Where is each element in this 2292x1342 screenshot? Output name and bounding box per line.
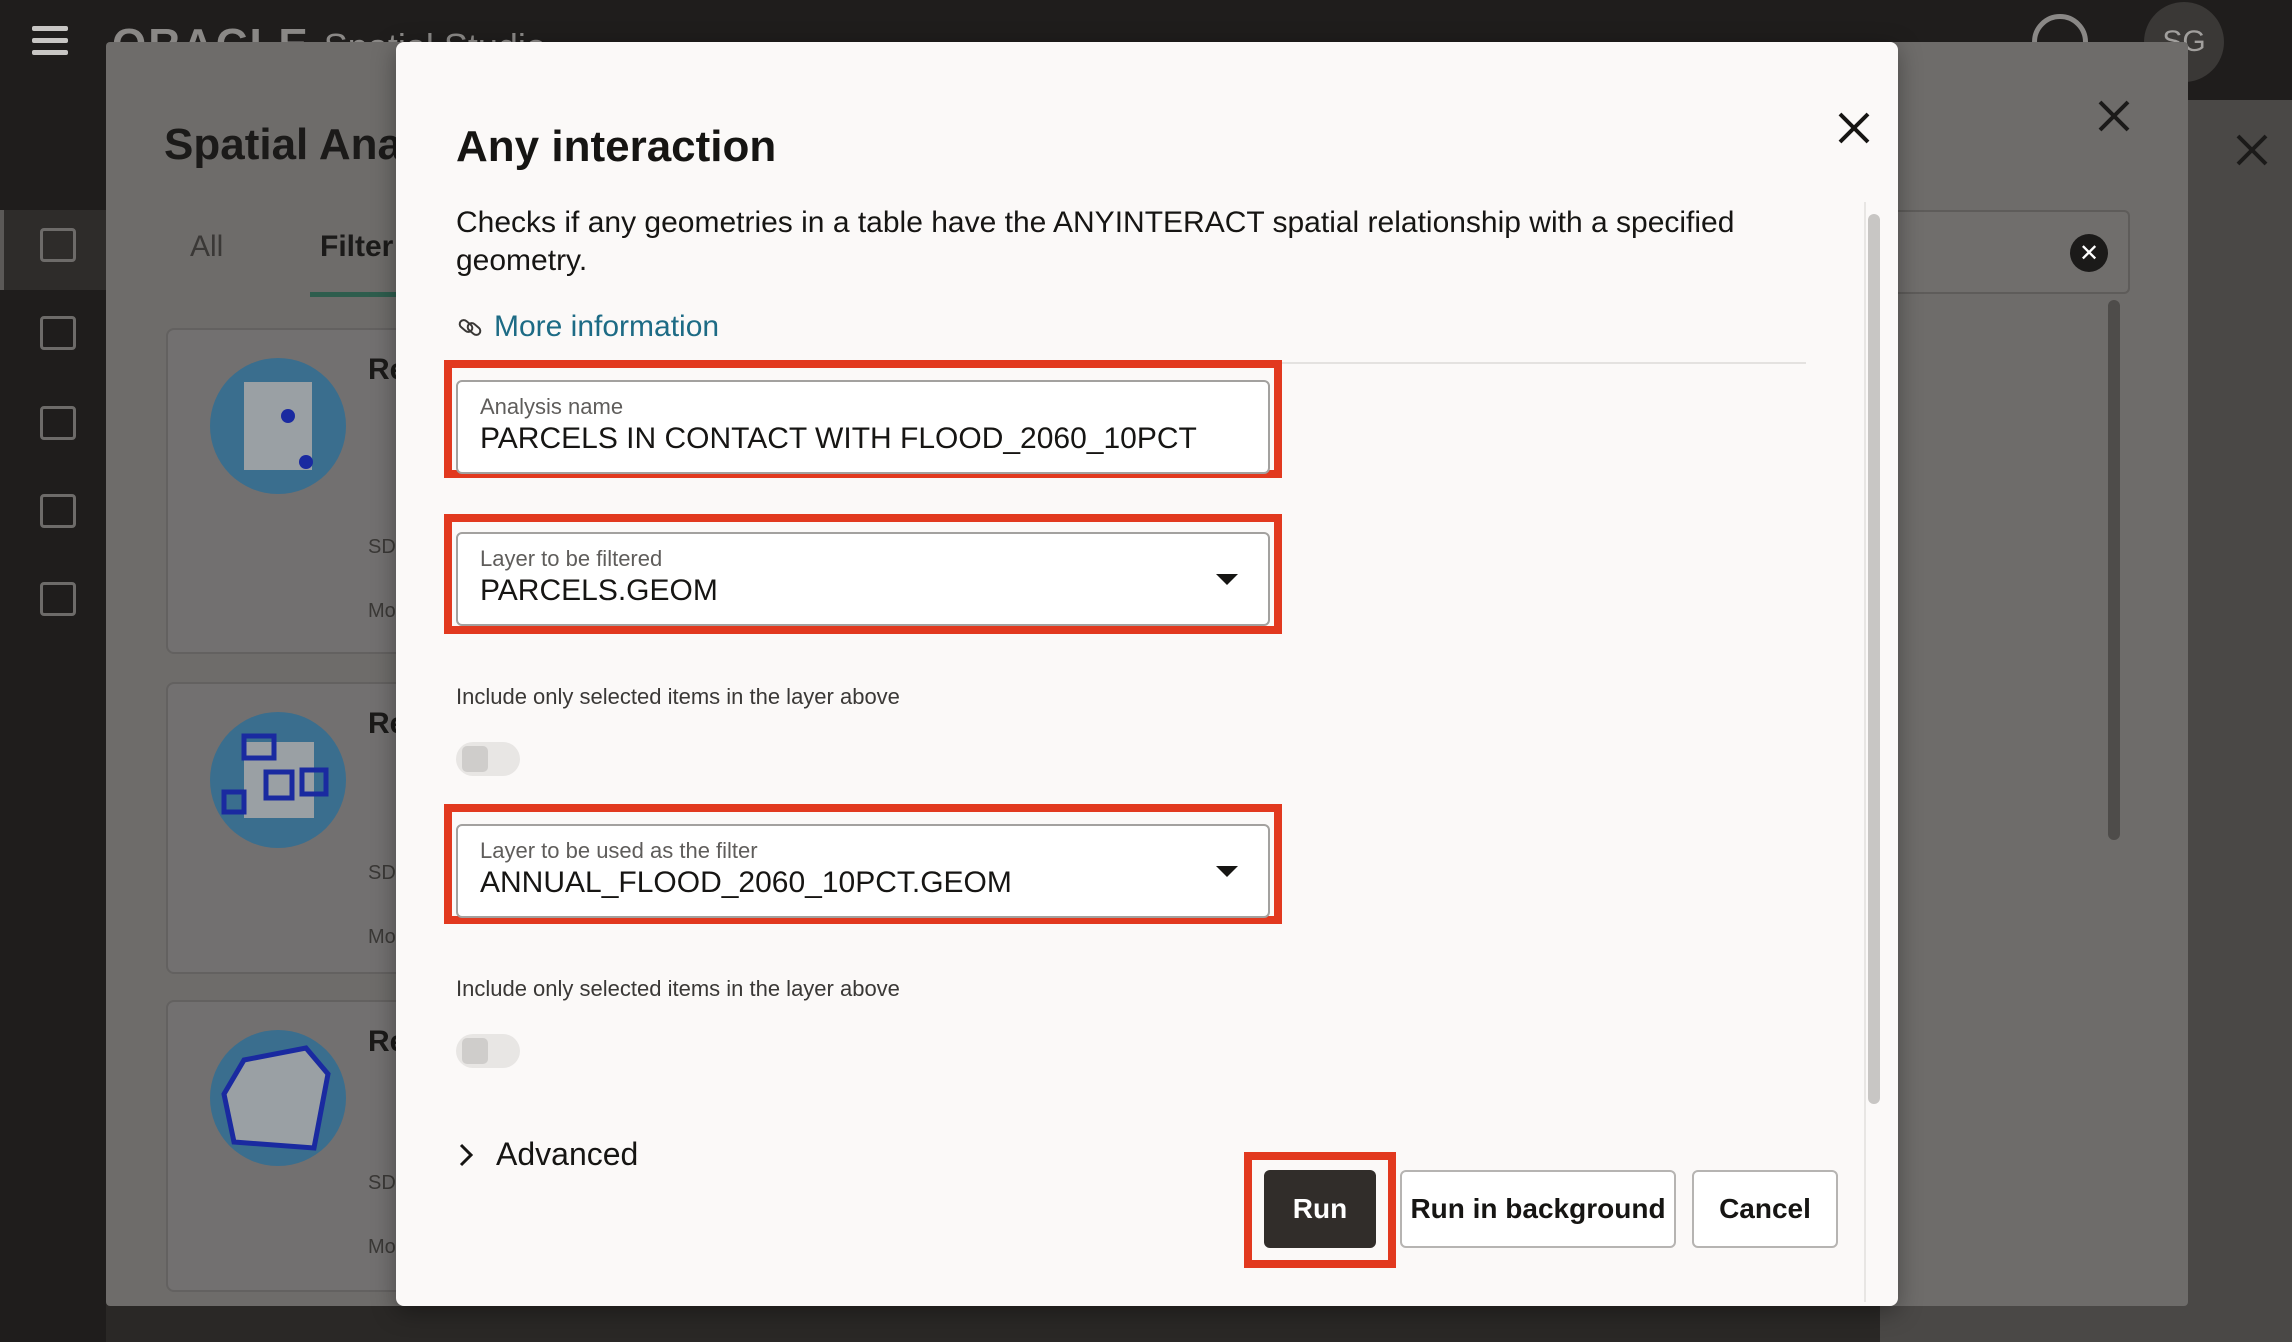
analysis-name-field[interactable]: Analysis name PARCELS IN CONTACT WITH FL… xyxy=(456,380,1270,474)
jobs-icon[interactable] xyxy=(40,582,76,616)
panel-close-icon[interactable] xyxy=(2094,96,2134,136)
toggle-knob xyxy=(462,746,488,772)
tab-underline xyxy=(310,292,400,297)
card-source: SD xyxy=(368,536,396,558)
card-more-link[interactable]: Mo xyxy=(368,1236,396,1259)
layer-filter-label: Layer to be used as the filter xyxy=(480,838,758,863)
run-button[interactable]: Run xyxy=(1264,1170,1376,1248)
dashboard-icon[interactable] xyxy=(40,316,76,350)
cancel-button[interactable]: Cancel xyxy=(1692,1170,1838,1248)
dialog-scrollbar[interactable] xyxy=(1868,214,1880,1104)
clear-search-icon[interactable]: ✕ xyxy=(2070,234,2108,272)
advanced-section-toggle[interactable]: Advanced xyxy=(456,1136,638,1173)
projects-icon[interactable] xyxy=(40,228,76,262)
include-selected-toggle[interactable] xyxy=(456,1034,520,1068)
dialog-description: Checks if any geometries in a table have… xyxy=(456,206,1735,277)
close-icon[interactable] xyxy=(1824,98,1884,158)
dialog-title: Any interaction xyxy=(456,122,777,171)
tab-all[interactable]: All xyxy=(190,230,223,264)
card-thumbnail xyxy=(210,358,346,494)
close-icon[interactable] xyxy=(2232,130,2272,170)
layer-filter-value: ANNUAL_FLOOD_2060_10PCT.GEOM xyxy=(480,866,1012,899)
analysis-name-value[interactable]: PARCELS IN CONTACT WITH FLOOD_2060_10PCT xyxy=(480,422,1197,456)
more-information-link[interactable]: More information xyxy=(456,310,719,344)
chevron-right-icon xyxy=(459,1143,474,1166)
datasets-icon[interactable] xyxy=(40,406,76,440)
link-icon xyxy=(458,319,482,336)
layer-filtered-value: PARCELS.GEOM xyxy=(480,574,718,607)
panel-scrollbar[interactable] xyxy=(2108,300,2120,840)
scroll-track xyxy=(1864,202,1866,1302)
hamburger-menu-icon[interactable] xyxy=(32,26,68,56)
card-more-link[interactable]: Mo xyxy=(368,926,396,949)
layer-filtered-label: Layer to be filtered xyxy=(480,546,663,571)
layer-filter-select[interactable]: Layer to be used as the filter ANNUAL_FL… xyxy=(456,824,1270,918)
include-selected-label: Include only selected items in the layer… xyxy=(456,976,900,1001)
any-interaction-dialog: Any interaction Checks if any geometries… xyxy=(396,42,1898,1306)
connections-icon[interactable] xyxy=(40,494,76,528)
card-thumbnail xyxy=(210,712,346,848)
chevron-down-icon[interactable] xyxy=(1216,574,1238,585)
run-in-background-button[interactable]: Run in background xyxy=(1400,1170,1676,1248)
more-information-label: More information xyxy=(494,310,720,343)
card-source: SD xyxy=(368,1172,396,1194)
toggle-knob xyxy=(462,1038,488,1064)
left-rail xyxy=(0,100,110,1342)
card-more-link[interactable]: Mo xyxy=(368,600,396,623)
panel-title: Spatial Ana xyxy=(164,120,402,169)
analysis-name-label: Analysis name xyxy=(480,394,624,419)
advanced-label: Advanced xyxy=(496,1136,639,1172)
include-selected-label: Include only selected items in the layer… xyxy=(456,684,900,709)
include-selected-toggle[interactable] xyxy=(456,742,520,776)
card-source: SD xyxy=(368,862,396,884)
tab-filter[interactable]: Filter xyxy=(320,230,393,264)
card-thumbnail xyxy=(210,1030,346,1166)
chevron-down-icon[interactable] xyxy=(1216,866,1238,877)
layer-filtered-select[interactable]: Layer to be filtered PARCELS.GEOM xyxy=(456,532,1270,626)
